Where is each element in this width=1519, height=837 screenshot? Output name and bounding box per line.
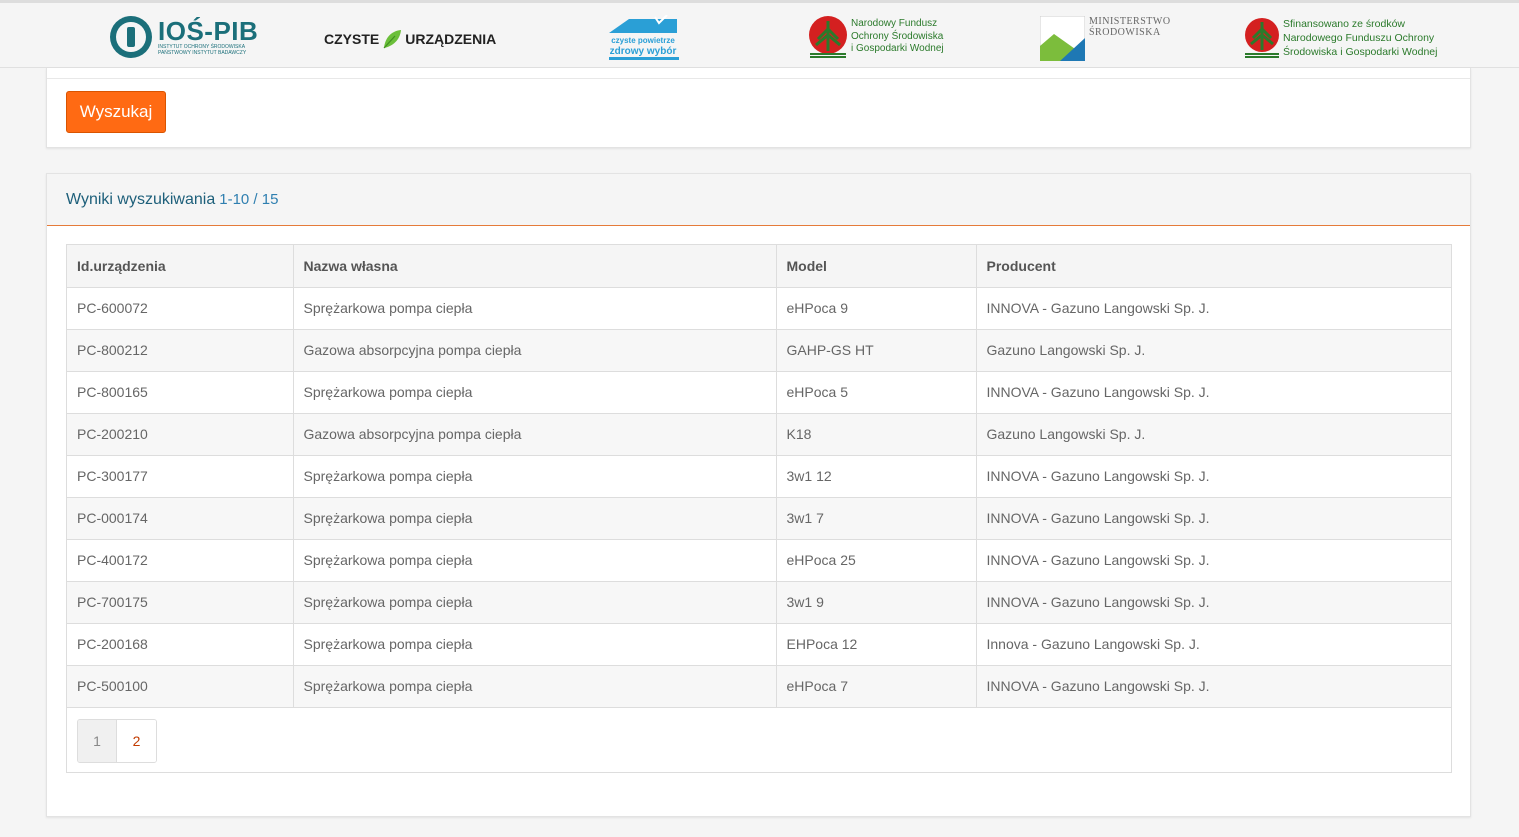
czyste-word: CZYSTE <box>324 31 380 47</box>
urzadzenia-word: URZĄDZENIA <box>405 31 497 47</box>
ministerstwo-emblem-icon <box>1040 16 1085 61</box>
nfosigw-emblem-icon <box>809 16 847 58</box>
cell-model: K18 <box>776 413 977 456</box>
cell-id: PC-200168 <box>67 623 294 666</box>
cell-model: 3w1 7 <box>776 497 977 540</box>
column-header-model[interactable]: Model <box>776 245 977 288</box>
table-row[interactable]: PC-800212 Gazowa absorpcyjna pompa ciepła… <box>67 329 1451 372</box>
table-row[interactable]: PC-200168 Sprężarkowa pompa ciepła EHPoca … <box>67 623 1451 666</box>
table-row[interactable]: PC-800165 Sprężarkowa pompa ciepła eHPoca … <box>67 371 1451 414</box>
ios-pib-name: IOŚ-PIB <box>158 16 259 46</box>
cell-id: PC-200210 <box>67 413 294 456</box>
cell-producer: INNOVA - Gazuno Langowski Sp. J. <box>976 287 1451 330</box>
cell-model: 3w1 9 <box>776 581 977 624</box>
table-row[interactable]: PC-000174 Sprężarkowa pompa ciepła 3w1 7 IN… <box>67 497 1451 540</box>
page-2-button[interactable]: 2 <box>117 719 156 762</box>
cell-model: eHPoca 5 <box>776 371 977 414</box>
pagination-row: 1 2 <box>67 708 1451 772</box>
cell-producer: Gazuno Langowski Sp. J. <box>976 329 1451 372</box>
cp-line1: czyste powietrze <box>611 36 675 45</box>
sfinansowano-line2: Narodowego Funduszu Ochrony <box>1283 32 1435 44</box>
results-panel: Wyniki wyszukiwania 1-10 / 15 Id.urządze… <box>46 173 1471 817</box>
table-row[interactable]: PC-300177 Sprężarkowa pompa ciepła 3w1 12 I… <box>67 455 1451 498</box>
cell-name: Sprężarkowa pompa ciepła <box>293 665 777 708</box>
cell-name: Sprężarkowa pompa ciepła <box>293 497 777 540</box>
cell-id: PC-600072 <box>67 287 294 330</box>
nfosigw-line2: Ochrony Środowiska <box>851 30 944 42</box>
results-table-wrapper: Id.urządzenia Nazwa własna Model Produce… <box>66 244 1452 773</box>
cell-name: Sprężarkowa pompa ciepła <box>293 371 777 414</box>
sfinansowano-logo[interactable]: Sfinansowano ze środków Narodowego Fundu… <box>1244 17 1437 59</box>
czyste-powietrze-logo[interactable]: czyste powietrze zdrowy wybór <box>607 15 679 61</box>
cell-model: eHPoca 25 <box>776 539 977 582</box>
ios-pib-emblem-icon <box>110 16 152 58</box>
cell-model: 3w1 12 <box>776 455 977 498</box>
table-header-row: Id.urządzenia Nazwa własna Model Produce… <box>67 245 1451 288</box>
results-title: Wyniki wyszukiwania <box>66 190 216 208</box>
sfinansowano-emblem-icon <box>1245 18 1279 58</box>
cell-name: Sprężarkowa pompa ciepła <box>293 287 777 330</box>
sfinansowano-line3: Środowiska i Gospodarki Wodnej <box>1283 46 1438 58</box>
ios-pib-logo[interactable]: IOŚ-PIB INSTYTUT OCHRONY ŚRODOWISKA PAŃS… <box>110 15 258 59</box>
czyste-urzadzenia-logo[interactable]: CZYSTE URZĄDZENIA <box>324 27 496 51</box>
cell-id: PC-700175 <box>67 581 294 624</box>
leaf-icon <box>383 30 402 49</box>
table-row[interactable]: PC-500100 Sprężarkowa pompa ciepła eHPoca … <box>67 665 1451 708</box>
column-header-producer[interactable]: Producent <box>976 245 1451 288</box>
search-panel: Wyszukaj <box>46 68 1471 148</box>
cell-id: PC-800165 <box>67 371 294 414</box>
search-panel-divider <box>47 78 1470 79</box>
cell-id: PC-800212 <box>67 329 294 372</box>
table-row[interactable]: PC-600072 Sprężarkowa pompa ciepła eHPoca … <box>67 287 1451 330</box>
cell-model: EHPoca 12 <box>776 623 977 666</box>
cell-producer: INNOVA - Gazuno Langowski Sp. J. <box>976 665 1451 708</box>
page-1-button[interactable]: 1 <box>78 719 117 762</box>
ministerstwo-logo[interactable]: MINISTERSTWO ŚRODOWISKA <box>1040 16 1170 61</box>
table-row[interactable]: PC-200210 Gazowa absorpcyjna pompa ciepła… <box>67 413 1451 456</box>
cell-producer: INNOVA - Gazuno Langowski Sp. J. <box>976 371 1451 414</box>
cell-name: Sprężarkowa pompa ciepła <box>293 581 777 624</box>
cell-producer: INNOVA - Gazuno Langowski Sp. J. <box>976 539 1451 582</box>
ministerstwo-line1: MINISTERSTWO <box>1089 16 1171 27</box>
cell-name: Sprężarkowa pompa ciepła <box>293 623 777 666</box>
nfosigw-line3: i Gospodarki Wodnej <box>851 43 944 55</box>
ios-pib-subtitle: INSTYTUT OCHRONY ŚRODOWISKA PAŃSTWOWY IN… <box>158 44 247 56</box>
search-button[interactable]: Wyszukaj <box>66 91 166 133</box>
cell-model: eHPoca 7 <box>776 665 977 708</box>
results-header: Wyniki wyszukiwania 1-10 / 15 <box>47 174 1470 226</box>
cell-name: Gazowa absorpcyjna pompa ciepła <box>293 413 777 456</box>
cell-name: Gazowa absorpcyjna pompa ciepła <box>293 329 777 372</box>
table-row[interactable]: PC-400172 Sprężarkowa pompa ciepła eHPoca … <box>67 539 1451 582</box>
logo-bar: IOŚ-PIB INSTYTUT OCHRONY ŚRODOWISKA PAŃS… <box>0 0 1519 68</box>
cell-model: eHPoca 9 <box>776 287 977 330</box>
cell-model: GAHP-GS HT <box>776 329 977 372</box>
column-header-id[interactable]: Id.urządzenia <box>67 245 294 288</box>
cp-line2: zdrowy wybór <box>609 46 677 57</box>
cell-id: PC-400172 <box>67 539 294 582</box>
cell-id: PC-500100 <box>67 665 294 708</box>
cell-producer: INNOVA - Gazuno Langowski Sp. J. <box>976 497 1451 540</box>
sfinansowano-line1: Sfinansowano ze środków <box>1283 18 1405 30</box>
ministerstwo-line2: ŚRODOWISKA <box>1089 27 1161 38</box>
table-row[interactable]: PC-700175 Sprężarkowa pompa ciepła 3w1 9 IN… <box>67 581 1451 624</box>
pagination: 1 2 <box>77 718 157 763</box>
nfosigw-line1: Narodowy Fundusz <box>851 18 938 30</box>
cell-name: Sprężarkowa pompa ciepła <box>293 539 777 582</box>
cell-id: PC-300177 <box>67 455 294 498</box>
results-range: 1-10 / 15 <box>219 191 279 208</box>
cell-producer: INNOVA - Gazuno Langowski Sp. J. <box>976 455 1451 498</box>
column-header-name[interactable]: Nazwa własna <box>293 245 777 288</box>
cell-name: Sprężarkowa pompa ciepła <box>293 455 777 498</box>
cell-producer: INNOVA - Gazuno Langowski Sp. J. <box>976 581 1451 624</box>
cell-id: PC-000174 <box>67 497 294 540</box>
results-table: Id.urządzenia Nazwa własna Model Produce… <box>67 245 1451 708</box>
nfosigw-logo[interactable]: Narodowy Fundusz Ochrony Środowiska i Go… <box>808 15 944 59</box>
cell-producer: Innova - Gazuno Langowski Sp. J. <box>976 623 1451 666</box>
cell-producer: Gazuno Langowski Sp. J. <box>976 413 1451 456</box>
